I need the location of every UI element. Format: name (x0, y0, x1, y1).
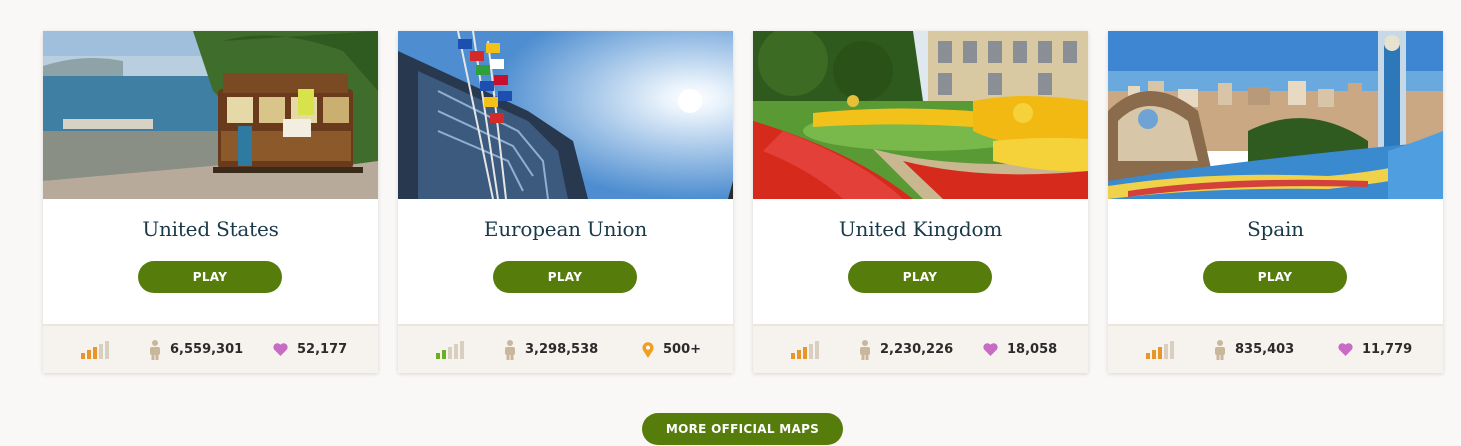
card-footer-stats: 835,403 11,779 (1108, 324, 1443, 373)
person-icon (859, 339, 871, 360)
plays-stat: 3,298,538 (504, 326, 598, 373)
card-image-united-kingdom[interactable] (753, 31, 1088, 199)
heart-icon (1338, 343, 1353, 356)
card-footer-stats: 2,230,226 18,058 (753, 324, 1088, 373)
play-button[interactable]: PLAY (1203, 261, 1347, 293)
difficulty-stat (1146, 326, 1183, 373)
likes-stat: 11,779 (1338, 326, 1412, 373)
person-icon (1214, 339, 1226, 360)
eu-parliament-photo (398, 31, 733, 199)
card-footer-stats: 6,559,301 52,177 (43, 324, 378, 373)
map-card-united-states[interactable]: United States PLAY 6,559,301 52,177 (43, 31, 378, 373)
play-button[interactable]: PLAY (493, 261, 637, 293)
places-count: 500+ (663, 342, 702, 357)
likes-stat: 52,177 (273, 326, 347, 373)
plays-stat: 835,403 (1214, 326, 1294, 373)
person-icon (149, 339, 161, 360)
card-title[interactable]: United Kingdom (753, 217, 1088, 241)
map-pin-icon (642, 341, 654, 358)
official-maps-grid: United States PLAY 6,559,301 52,177 Euro… (43, 31, 1443, 373)
difficulty-bars-icon (791, 340, 819, 359)
card-title[interactable]: European Union (398, 217, 733, 241)
map-card-european-union[interactable]: European Union PLAY 3,298,538 500+ (398, 31, 733, 373)
plays-count: 2,230,226 (880, 342, 954, 357)
plays-count: 6,559,301 (170, 342, 244, 357)
difficulty-stat (81, 326, 118, 373)
difficulty-stat (791, 326, 828, 373)
more-official-maps-button[interactable]: MORE OFFICIAL MAPS (642, 413, 843, 445)
map-card-united-kingdom[interactable]: United Kingdom PLAY 2,230,226 18,058 (753, 31, 1088, 373)
likes-count: 18,058 (1007, 342, 1058, 357)
person-icon (504, 339, 516, 360)
difficulty-bars-icon (81, 340, 109, 359)
likes-count: 52,177 (297, 342, 348, 357)
card-image-european-union[interactable] (398, 31, 733, 199)
places-stat: 500+ (642, 326, 701, 373)
plays-stat: 6,559,301 (149, 326, 243, 373)
likes-count: 11,779 (1362, 342, 1413, 357)
map-card-spain[interactable]: Spain PLAY 835,403 11,779 (1108, 31, 1443, 373)
card-title[interactable]: Spain (1108, 217, 1443, 241)
difficulty-bars-icon (1146, 340, 1174, 359)
card-image-spain[interactable] (1108, 31, 1443, 199)
likes-stat: 18,058 (983, 326, 1057, 373)
card-footer-stats: 3,298,538 500+ (398, 324, 733, 373)
heart-icon (273, 343, 288, 356)
english-garden-photo (753, 31, 1088, 199)
difficulty-stat (436, 326, 473, 373)
play-button[interactable]: PLAY (138, 261, 282, 293)
plays-count: 3,298,538 (525, 342, 599, 357)
card-title[interactable]: United States (43, 217, 378, 241)
park-guell-photo (1108, 31, 1443, 199)
plays-count: 835,403 (1235, 342, 1295, 357)
heart-icon (983, 343, 998, 356)
plays-stat: 2,230,226 (859, 326, 953, 373)
san-francisco-photo (43, 31, 378, 199)
difficulty-bars-icon (436, 340, 464, 359)
card-image-united-states[interactable] (43, 31, 378, 199)
play-button[interactable]: PLAY (848, 261, 992, 293)
